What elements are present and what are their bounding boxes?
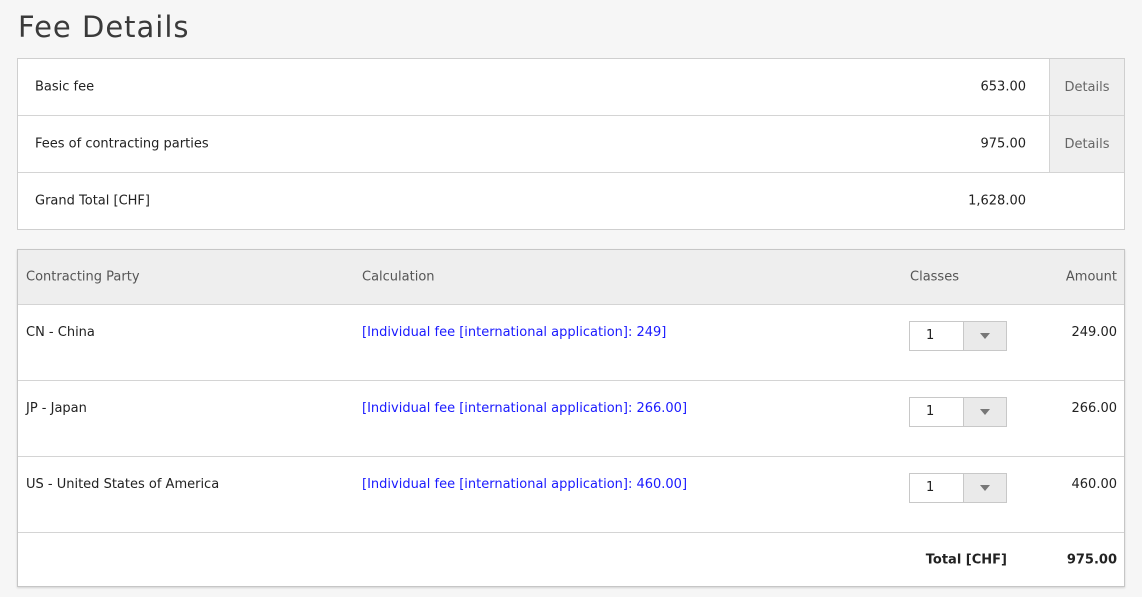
summary-label: Fees of contracting parties <box>35 136 209 152</box>
fee-summary: Basic fee 653.00 Details Fees of contrac… <box>17 58 1125 230</box>
contracting-parties-details-button[interactable]: Details <box>1049 116 1124 172</box>
column-header-amount: Amount <box>1065 269 1117 285</box>
summary-value: 653.00 <box>980 79 1027 95</box>
party-name: US - United States of America <box>26 477 220 492</box>
chevron-down-icon <box>963 322 1006 350</box>
party-name: CN - China <box>26 325 95 340</box>
calculation-link[interactable]: [Individual fee [international applicati… <box>362 325 666 340</box>
classes-select[interactable]: 1 <box>909 473 1007 503</box>
column-header-classes: Classes <box>910 269 959 285</box>
total-value: 975.00 <box>1066 552 1117 568</box>
table-header: Contracting Party Calculation Classes Am… <box>18 250 1124 305</box>
classes-select-value: 1 <box>926 328 935 343</box>
summary-row-contracting-parties: Fees of contracting parties 975.00 Detai… <box>18 116 1124 173</box>
table-row: CN - China [Individual fee [internationa… <box>18 305 1124 381</box>
chevron-down-icon <box>963 398 1006 426</box>
summary-label: Basic fee <box>35 79 95 95</box>
total-label: Total [CHF] <box>925 552 1007 568</box>
calculation-link[interactable]: [Individual fee [international applicati… <box>362 477 687 492</box>
column-header-party: Contracting Party <box>26 269 140 285</box>
party-amount: 249.00 <box>1071 325 1118 340</box>
column-header-calculation: Calculation <box>362 269 435 285</box>
chevron-down-icon <box>963 474 1006 502</box>
party-amount: 460.00 <box>1071 477 1118 492</box>
page-title: Fee Details <box>18 10 190 44</box>
summary-row-basic-fee: Basic fee 653.00 Details <box>18 59 1124 116</box>
table-row: US - United States of America [Individua… <box>18 457 1124 533</box>
summary-label: Grand Total [CHF] <box>35 193 150 209</box>
summary-row-grand-total: Grand Total [CHF] 1,628.00 <box>18 173 1124 229</box>
party-name: JP - Japan <box>26 401 87 416</box>
summary-value: 975.00 <box>980 136 1027 152</box>
calculation-link[interactable]: [Individual fee [international applicati… <box>362 401 687 416</box>
basic-fee-details-button[interactable]: Details <box>1049 59 1124 115</box>
classes-select[interactable]: 1 <box>909 397 1007 427</box>
classes-select-value: 1 <box>926 480 935 495</box>
summary-value: 1,628.00 <box>968 193 1026 209</box>
contracting-parties-table: Contracting Party Calculation Classes Am… <box>17 249 1125 587</box>
classes-select[interactable]: 1 <box>909 321 1007 351</box>
classes-select-value: 1 <box>926 404 935 419</box>
table-footer: Total [CHF] 975.00 <box>18 533 1124 587</box>
table-row: JP - Japan [Individual fee [internationa… <box>18 381 1124 457</box>
party-amount: 266.00 <box>1071 401 1118 416</box>
